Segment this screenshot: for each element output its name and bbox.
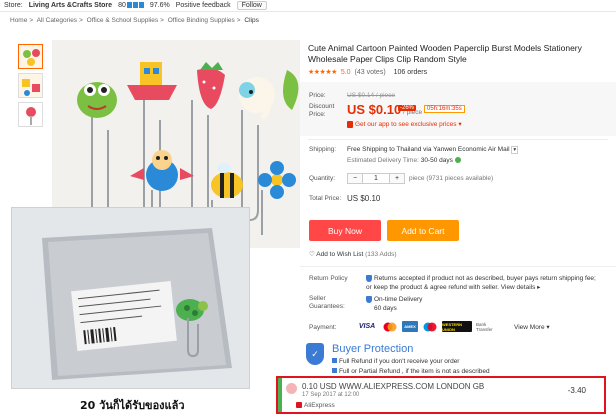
package-photo bbox=[11, 207, 250, 389]
protection-line-2: Full or Partial Refund , if the item is … bbox=[332, 368, 490, 375]
total-price-label: Total Price: bbox=[309, 195, 342, 202]
breadcrumb-all-categories[interactable]: All Categories bbox=[37, 17, 77, 24]
store-label: Store: bbox=[4, 2, 23, 9]
payment-methods: VISA AMEX WESTERN UNION Bank Transfer Vi… bbox=[356, 321, 550, 332]
payment-label: Payment: bbox=[309, 324, 337, 331]
amex-icon: AMEX bbox=[402, 321, 418, 332]
return-policy-label: Return Policy bbox=[309, 275, 348, 282]
seller-guarantees-label: Seller Guarantees: bbox=[309, 295, 345, 310]
discount-badge: -26% bbox=[398, 105, 417, 111]
cloud-icon bbox=[286, 383, 297, 394]
western-union-icon: WESTERN UNION bbox=[442, 321, 472, 332]
heart-icon: ♡ bbox=[309, 251, 315, 258]
breadcrumb-clips[interactable]: Clips bbox=[244, 17, 258, 24]
visa-icon: VISA bbox=[358, 323, 376, 330]
checkbox-icon bbox=[332, 358, 337, 363]
shipping-method-select[interactable]: Free Shipping to Thailand via Yanwen Eco… bbox=[347, 146, 519, 154]
store-name[interactable]: Living Arts &Crafts Store bbox=[29, 2, 112, 9]
price-label: Price: bbox=[309, 92, 326, 99]
add-to-cart-button[interactable]: Add to Cart bbox=[387, 220, 459, 241]
rating-row: ★★★★★ 5.0 (43 votes) 106 orders bbox=[308, 68, 427, 76]
maestro-icon bbox=[422, 321, 438, 332]
store-score: 80 bbox=[118, 2, 144, 9]
shield-icon bbox=[366, 275, 372, 282]
follow-button[interactable]: Follow bbox=[236, 1, 267, 10]
clock-icon bbox=[366, 295, 372, 303]
transaction-description: 0.10 USD WWW.ALIEXPRESS.COM LONDON GB bbox=[302, 382, 485, 391]
countdown-timer: 05h:16m:35s bbox=[424, 105, 465, 113]
seller-guarantees: On-time Delivery 60 days bbox=[366, 295, 422, 313]
product-title: Cute Animal Cartoon Painted Wooden Paper… bbox=[308, 43, 582, 64]
feedback-label: Positive feedback bbox=[175, 2, 231, 9]
status-bar bbox=[278, 378, 282, 412]
view-details-link[interactable]: View details bbox=[501, 284, 536, 291]
total-price: US $0.10 bbox=[347, 194, 381, 203]
thumbnail-3[interactable] bbox=[18, 102, 43, 127]
mastercard-icon bbox=[382, 321, 398, 332]
app-promo-link[interactable]: Get our app to see exclusive prices ▾ bbox=[347, 120, 462, 128]
thumbnail-list bbox=[18, 44, 46, 131]
buyer-protection-title[interactable]: Buyer Protection bbox=[332, 343, 413, 355]
thumbnail-1[interactable] bbox=[18, 44, 43, 69]
medal-icon bbox=[132, 2, 138, 9]
medal-icon bbox=[138, 2, 144, 9]
decrement-button[interactable]: − bbox=[348, 174, 362, 183]
original-price: US $0.14 / piece bbox=[347, 92, 396, 99]
aliexpress-icon bbox=[296, 402, 302, 409]
stock-info: piece (9731 pieces available) bbox=[409, 175, 494, 182]
breadcrumb: Home > All Categories > Office & School Su… bbox=[10, 17, 259, 24]
increment-button[interactable]: + bbox=[390, 174, 404, 183]
feedback-pct: 97.6% bbox=[149, 2, 170, 9]
return-policy-text: Returns accepted if product not as descr… bbox=[366, 275, 596, 291]
transaction-notification: 0.10 USD WWW.ALIEXPRESS.COM LONDON GB 17… bbox=[276, 376, 606, 414]
breadcrumb-office[interactable]: Office & School Supplies bbox=[87, 17, 158, 24]
check-circle-icon bbox=[454, 157, 461, 164]
transaction-date: 17 Sep 2017 at 12:00 bbox=[302, 392, 360, 398]
store-bar: Store: Living Arts &Crafts Store 80 97.6… bbox=[0, 0, 616, 12]
add-to-wishlist-link[interactable]: ♡ Add to Wish List (133 Adds) bbox=[309, 250, 397, 258]
orders-count: 106 orders bbox=[393, 69, 428, 76]
breadcrumb-home[interactable]: Home bbox=[10, 17, 27, 24]
shield-check-icon: ✓ bbox=[306, 343, 324, 365]
transaction-amount: -3.40 bbox=[567, 386, 586, 395]
bank-transfer-icon: Bank Transfer bbox=[476, 321, 493, 332]
medal-icon bbox=[126, 2, 132, 9]
votes-link[interactable]: (43 votes) bbox=[355, 69, 386, 76]
merchant-name: AliExpress bbox=[296, 402, 335, 409]
phone-icon bbox=[347, 120, 353, 128]
buy-now-button[interactable]: Buy Now bbox=[309, 220, 381, 241]
quantity-stepper: − 1 + bbox=[347, 173, 405, 184]
chevron-down-icon: ▾ bbox=[511, 146, 519, 154]
quantity-label: Quantity: bbox=[309, 175, 336, 182]
quantity-input[interactable]: 1 bbox=[362, 174, 390, 183]
thumbnail-2[interactable] bbox=[18, 73, 43, 98]
breadcrumb-binding[interactable]: Office Binding Supplies bbox=[168, 17, 235, 24]
star-rating-icon: ★★★★★ bbox=[308, 69, 337, 76]
photo-caption: 20 วันก็ได้รับของแล้ว bbox=[80, 399, 185, 412]
rating-score: 5.0 bbox=[340, 69, 351, 76]
discount-price-label: Discount Price: bbox=[309, 103, 335, 118]
divider bbox=[308, 139, 608, 140]
protection-line-1: Full Refund if you don't receive your or… bbox=[332, 358, 459, 365]
delivery-estimate: Estimated Delivery Time: 30-50 days bbox=[347, 157, 461, 164]
checkbox-icon bbox=[332, 368, 337, 373]
shipping-label: Shipping: bbox=[309, 146, 337, 153]
view-more-link[interactable]: View More ▾ bbox=[514, 323, 550, 331]
